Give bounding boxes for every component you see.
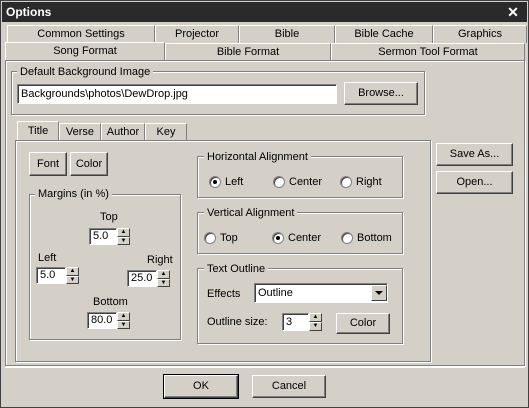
chevron-down-icon[interactable] xyxy=(371,285,387,301)
margin-bottom-spinner[interactable]: ▲ ▼ xyxy=(117,312,130,329)
tab-common-settings[interactable]: Common Settings xyxy=(7,25,155,43)
effects-select[interactable]: Outline xyxy=(254,283,388,303)
margin-right-spinner[interactable]: ▲ ▼ xyxy=(157,270,170,287)
save-as-button[interactable]: Save As... xyxy=(436,143,513,166)
tab-song-format[interactable]: Song Format xyxy=(5,42,165,61)
margin-top-input[interactable]: 5.0 xyxy=(89,228,117,245)
v-top-radio[interactable] xyxy=(204,232,216,244)
browse-button[interactable]: Browse... xyxy=(344,82,418,105)
vertical-alignment-label: Vertical Alignment xyxy=(204,207,298,219)
margin-top-label: Top xyxy=(100,211,118,223)
background-label: Default Background Image xyxy=(17,66,154,78)
subtab-author[interactable]: Author xyxy=(101,123,145,141)
margin-left-spinner[interactable]: ▲ ▼ xyxy=(66,267,79,284)
options-dialog: Options ✕ Common Settings Projector Wind… xyxy=(0,0,529,408)
v-center-radio[interactable] xyxy=(272,232,284,244)
margins-label: Margins (in %) xyxy=(35,188,112,200)
v-bottom-label: Bottom xyxy=(357,232,392,244)
v-bottom-radio[interactable] xyxy=(341,232,353,244)
color-button[interactable]: Color xyxy=(70,152,108,176)
tab-sermon-tool-format[interactable]: Sermon Tool Format xyxy=(331,43,525,61)
tab-bible[interactable]: Bible xyxy=(239,25,335,43)
h-center-label: Center xyxy=(289,176,323,188)
h-left-radio[interactable] xyxy=(209,176,221,188)
close-icon[interactable]: ✕ xyxy=(505,3,521,21)
window-title: Options xyxy=(6,5,52,19)
text-outline-label: Text Outline xyxy=(204,263,269,275)
effects-label: Effects xyxy=(207,288,241,300)
h-right-radio[interactable] xyxy=(340,176,352,188)
tab-graphics[interactable]: Graphics xyxy=(433,25,527,43)
outline-size-input[interactable]: 3 xyxy=(282,313,309,331)
horizontal-alignment-label: Horizontal Alignment xyxy=(204,151,311,163)
h-center-radio[interactable] xyxy=(273,176,285,188)
margin-left-input[interactable]: 5.0 xyxy=(36,267,66,284)
open-button[interactable]: Open... xyxy=(436,171,513,194)
ok-button[interactable]: OK xyxy=(163,374,239,399)
subtab-title[interactable]: Title xyxy=(17,121,59,141)
subtab-key[interactable]: Key xyxy=(145,123,187,141)
margin-right-label: Right xyxy=(147,254,173,266)
background-path-input[interactable]: Backgrounds\photos\DewDrop.jpg xyxy=(17,84,337,104)
title-bar: Options ✕ xyxy=(2,2,527,22)
outline-size-label: Outline size: xyxy=(207,316,268,328)
tab-bible-cache[interactable]: Bible Cache xyxy=(335,25,433,43)
margin-top-spinner[interactable]: ▲ ▼ xyxy=(117,228,130,245)
margin-right-input[interactable]: 25.0 xyxy=(127,270,157,287)
outline-color-button[interactable]: Color xyxy=(336,313,390,334)
margin-left-label: Left xyxy=(38,252,57,264)
cancel-button[interactable]: Cancel xyxy=(252,375,326,398)
margin-bottom-input[interactable]: 80.0 xyxy=(87,312,117,329)
h-left-label: Left xyxy=(225,176,244,188)
tab-bible-format[interactable]: Bible Format xyxy=(165,43,331,61)
outline-size-spinner[interactable]: ▲ ▼ xyxy=(309,313,322,331)
margin-bottom-label: Bottom xyxy=(93,296,128,308)
footer-divider xyxy=(5,367,525,368)
h-right-label: Right xyxy=(356,176,382,188)
v-top-label: Top xyxy=(220,232,238,244)
subtab-verse[interactable]: Verse xyxy=(59,123,101,141)
font-button[interactable]: Font xyxy=(29,152,67,176)
v-center-label: Center xyxy=(288,232,322,244)
tab-projector-window[interactable]: Projector Window xyxy=(155,25,239,57)
